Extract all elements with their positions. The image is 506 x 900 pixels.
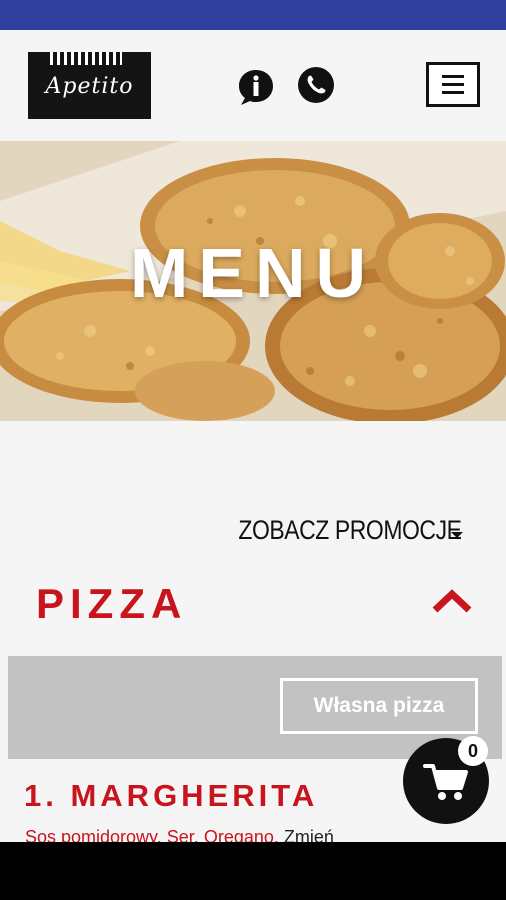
chevron-up-icon[interactable] — [430, 586, 474, 616]
status-bar — [0, 0, 506, 30]
logo-text: Apetito — [45, 74, 134, 99]
system-navigation-bar — [0, 842, 506, 900]
menu-line — [442, 75, 464, 78]
caret-down-icon[interactable] — [451, 532, 463, 538]
logo-stripes — [50, 52, 122, 65]
info-icon[interactable] — [237, 68, 275, 106]
hero-banner: MENU — [0, 141, 506, 421]
apetito-logo[interactable]: Apetito — [28, 52, 151, 119]
phone-icon[interactable] — [297, 66, 335, 104]
see-promotions-dropdown[interactable]: ZOBACZ PROMOCJE — [239, 515, 463, 546]
app-header: Apetito — [0, 30, 506, 141]
category-title: PIZZA — [36, 580, 188, 627]
hamburger-menu-icon[interactable] — [426, 62, 480, 107]
page-title: MENU — [129, 234, 377, 312]
menu-line — [442, 91, 464, 94]
product-title: 1. MARGHERITA — [24, 778, 319, 813]
menu-line — [442, 83, 464, 86]
custom-pizza-button[interactable]: Własna pizza — [280, 678, 478, 734]
cart-count-badge: 0 — [458, 736, 488, 766]
